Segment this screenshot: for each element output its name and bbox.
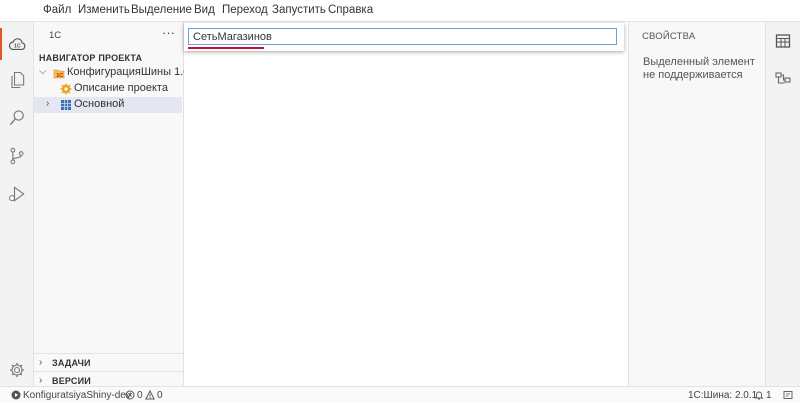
- source-control-icon[interactable]: [5, 144, 29, 168]
- properties-title: СВОЙСТВА: [642, 31, 696, 42]
- tree-item-label: КонфигурацияШины 1.0: [67, 66, 190, 78]
- more-actions-icon[interactable]: ···: [162, 25, 175, 40]
- quick-input: [184, 23, 624, 51]
- chevron-right-icon[interactable]: ›: [46, 98, 49, 109]
- run-debug-icon[interactable]: [5, 182, 29, 206]
- menu-edit[interactable]: Изменить: [78, 4, 130, 16]
- warning-count: 0: [157, 390, 163, 401]
- menu-view[interactable]: Вид: [194, 4, 215, 16]
- activity-bar: 1C: [0, 22, 34, 386]
- right-activity-bar: [766, 22, 800, 386]
- config-icon: 1C: [53, 69, 65, 79]
- tree-item-label: Описание проекта: [74, 82, 168, 94]
- sidebar: 1С ··· НАВИГАТОР ПРОЕКТА ⌵ 1C Конфигурац…: [34, 22, 189, 386]
- tree-item-label: Основной: [74, 98, 125, 110]
- run-status-icon: [11, 390, 21, 403]
- chevron-down-icon[interactable]: ⌵: [39, 66, 47, 77]
- menu-go[interactable]: Переход: [222, 4, 268, 16]
- chevron-right-icon: ›: [39, 375, 43, 386]
- sidebar-title: 1С: [49, 30, 62, 41]
- tasks-title: ЗАДАЧИ: [52, 358, 91, 368]
- error-count: 0: [137, 390, 143, 401]
- spellcheck-underline: [188, 47, 264, 49]
- properties-panel: СВОЙСТВА Выделенный элемент не поддержив…: [628, 22, 766, 386]
- tree-item-description[interactable]: Описание проекта: [34, 81, 182, 97]
- cloud-1c-icon[interactable]: 1C: [0, 28, 29, 60]
- files-icon[interactable]: [5, 68, 29, 92]
- menu-selection[interactable]: Выделение: [131, 4, 192, 16]
- bell-icon[interactable]: [754, 390, 764, 403]
- menu-file[interactable]: Файл: [43, 4, 71, 16]
- name-input[interactable]: [188, 28, 617, 45]
- notification-count: 1: [766, 390, 772, 401]
- search-icon[interactable]: [5, 106, 29, 130]
- tasks-section-header[interactable]: › ЗАДАЧИ: [34, 354, 184, 372]
- grid-icon: [61, 100, 71, 110]
- navigator-title: НАВИГАТОР ПРОЕКТА: [39, 53, 143, 63]
- editor-area: [184, 22, 628, 386]
- menu-bar: Файл Изменить Выделение Вид Переход Запу…: [0, 0, 800, 22]
- svg-text:1C: 1C: [14, 44, 21, 50]
- table-icon[interactable]: [773, 31, 793, 51]
- project-name[interactable]: KonfiguratsiyaShiny-dev: [23, 390, 131, 401]
- error-icon[interactable]: [125, 390, 135, 403]
- feedback-icon[interactable]: [783, 390, 793, 403]
- gear-icon[interactable]: [5, 358, 29, 382]
- tree-item-config[interactable]: ⌵ 1C КонфигурацияШины 1.0: [34, 65, 189, 81]
- status-bar: KonfiguratsiyaShiny-dev 0 0 1С:Шина: 2.0…: [0, 386, 800, 403]
- sidebar-header: 1С ···: [34, 22, 184, 46]
- versions-title: ВЕРСИИ: [52, 376, 91, 386]
- menu-help[interactable]: Справка: [328, 4, 373, 16]
- gear-icon: [60, 83, 72, 95]
- menu-run[interactable]: Запустить: [272, 4, 326, 16]
- properties-message: Выделенный элемент не поддерживается: [643, 56, 755, 81]
- tree-item-main[interactable]: › Основной: [34, 97, 182, 113]
- warning-icon[interactable]: [144, 389, 156, 403]
- chevron-right-icon: ›: [39, 357, 43, 368]
- structure-icon[interactable]: [773, 69, 793, 89]
- svg-text:1C: 1C: [56, 73, 63, 79]
- version-label[interactable]: 1С:Шина: 2.0.1: [688, 390, 757, 401]
